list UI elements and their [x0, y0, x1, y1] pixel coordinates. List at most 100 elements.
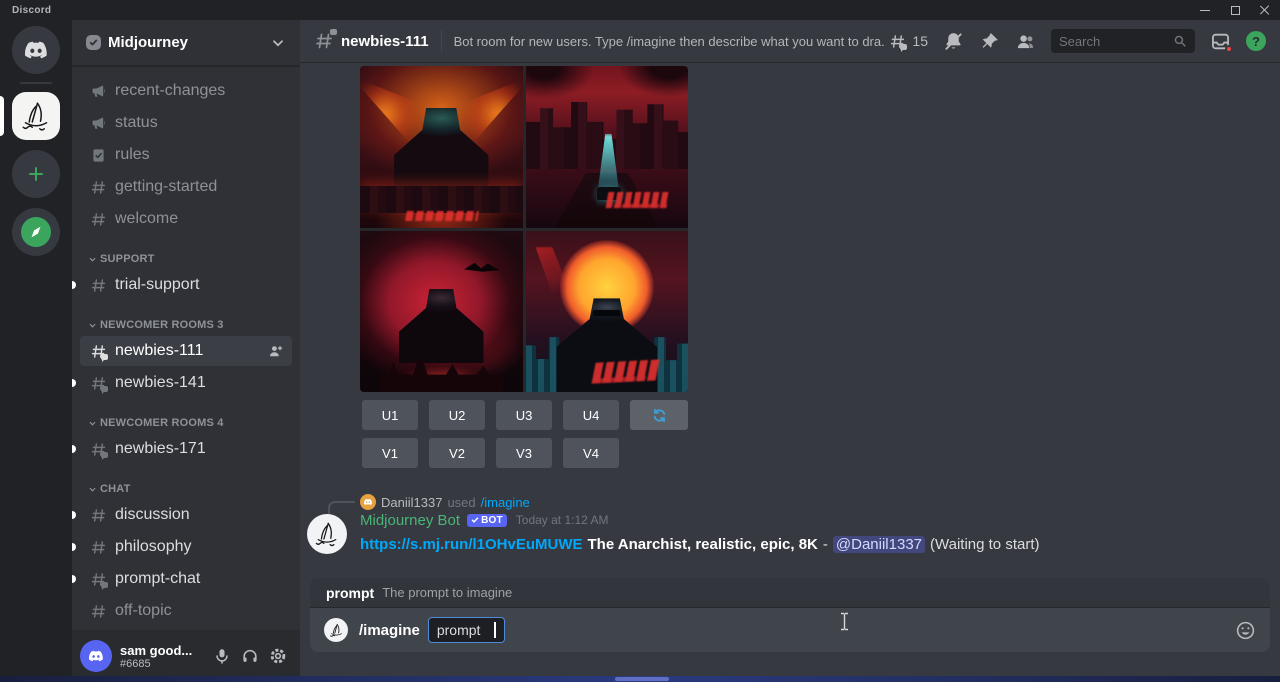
- threads-count: 15: [912, 33, 928, 49]
- channel-name: newbies-111: [341, 33, 429, 50]
- pin-icon: [979, 31, 1000, 52]
- reply-command[interactable]: /imagine: [481, 495, 530, 510]
- reroll-button[interactable]: [630, 400, 688, 430]
- sidebar-item-welcome[interactable]: welcome: [80, 204, 292, 234]
- sidebar-item-status[interactable]: status: [80, 108, 292, 138]
- channel-sidebar: Midjourney recent-changes status rules g…: [72, 20, 300, 682]
- member-list-button[interactable]: [1015, 31, 1036, 52]
- server-header[interactable]: Midjourney: [72, 20, 300, 66]
- inbox-button[interactable]: [1210, 31, 1231, 52]
- avatar[interactable]: [80, 640, 112, 672]
- maximize-button[interactable]: [1220, 0, 1250, 20]
- job-status: (Waiting to start): [930, 536, 1039, 553]
- home-button[interactable]: [12, 26, 60, 74]
- help-button[interactable]: ?: [1246, 31, 1266, 51]
- sidebar-item-discussion[interactable]: discussion: [80, 500, 292, 530]
- channel-label: recent-changes: [115, 82, 225, 100]
- channel-topic[interactable]: Bot room for new users. Type /imagine th…: [454, 34, 886, 49]
- active-command: /imagine: [359, 622, 420, 639]
- hash-icon: [88, 179, 108, 196]
- unread-indicator: [72, 511, 76, 519]
- upscale-button-u4[interactable]: U4: [563, 400, 619, 430]
- chevron-down-icon: [88, 485, 97, 494]
- add-server-button[interactable]: [12, 150, 60, 198]
- upscale-button-u2[interactable]: U2: [429, 400, 485, 430]
- minimize-button[interactable]: [1190, 0, 1220, 20]
- reply-action: used: [447, 495, 475, 510]
- notification-settings-button[interactable]: [943, 31, 964, 52]
- sidebar-item-prompt-chat[interactable]: prompt-chat: [80, 564, 292, 594]
- prompt-option-field[interactable]: prompt: [428, 617, 505, 643]
- section-support[interactable]: SUPPORT: [80, 248, 292, 270]
- command-reply-context[interactable]: Daniil1337 used /imagine: [360, 493, 530, 511]
- headphones-icon: [241, 647, 259, 665]
- upscale-button-u1[interactable]: U1: [362, 400, 418, 430]
- app-title: Discord: [12, 5, 51, 16]
- discriminator: #6685: [120, 658, 208, 670]
- sidebar-item-trial-support[interactable]: trial-support: [80, 270, 292, 300]
- channel-header: newbies-111 Bot room for new users. Type…: [300, 20, 1280, 62]
- deafen-button[interactable]: [236, 642, 264, 670]
- close-icon: [1260, 5, 1270, 15]
- user-info[interactable]: sam good... #6685: [120, 643, 208, 670]
- variation-button-v2[interactable]: V2: [429, 438, 485, 468]
- sidebar-item-recent-changes[interactable]: recent-changes: [80, 76, 292, 106]
- channel-label: philosophy: [115, 538, 192, 556]
- hash-chat-icon: [88, 375, 108, 392]
- section-label: SUPPORT: [100, 253, 155, 265]
- close-button[interactable]: [1250, 0, 1280, 20]
- generated-image-2[interactable]: [526, 66, 689, 228]
- image-grid[interactable]: [360, 66, 688, 392]
- section-newcomer-rooms-3[interactable]: NEWCOMER ROOMS 3: [80, 314, 292, 336]
- sidebar-item-newbies-111[interactable]: newbies-111: [80, 336, 292, 366]
- taskbar-edge: [0, 676, 1280, 682]
- server-icon-midjourney[interactable]: [12, 92, 60, 140]
- sidebar-item-newbies-171[interactable]: newbies-171: [80, 434, 292, 464]
- sidebar-item-newbies-141[interactable]: newbies-141: [80, 368, 292, 398]
- slash-command-option-hint: prompt The prompt to imagine: [310, 578, 1270, 608]
- generated-image-1[interactable]: [360, 66, 523, 228]
- mute-mic-button[interactable]: [208, 642, 236, 670]
- taskbar-thumb: [615, 677, 669, 681]
- generated-image-3[interactable]: [360, 231, 523, 393]
- explore-servers-button[interactable]: [12, 208, 60, 256]
- message-input-bar[interactable]: /imagine prompt: [310, 608, 1270, 652]
- search-bar: [1051, 29, 1195, 53]
- members-icon: [1015, 31, 1036, 52]
- create-invite-icon[interactable]: [268, 343, 284, 359]
- sidebar-item-off-topic[interactable]: off-topic: [80, 596, 292, 626]
- sailboat-icon: [328, 622, 345, 639]
- sidebar-item-getting-started[interactable]: getting-started: [80, 172, 292, 202]
- section-chat[interactable]: CHAT: [80, 478, 292, 500]
- message-header: Midjourney Bot BOT Today at 1:12 AM: [360, 510, 609, 530]
- user-settings-button[interactable]: [264, 642, 292, 670]
- threads-button[interactable]: 15: [887, 33, 928, 50]
- channel-list: recent-changes status rules getting-star…: [72, 66, 300, 630]
- variation-button-v4[interactable]: V4: [563, 438, 619, 468]
- unread-indicator: [72, 379, 76, 387]
- emoji-picker-button[interactable]: [1235, 620, 1256, 641]
- sidebar-item-rules[interactable]: rules: [80, 140, 292, 170]
- hash-icon: [88, 211, 108, 228]
- upscale-button-u3[interactable]: U3: [496, 400, 552, 430]
- section-label: NEWCOMER ROOMS 4: [100, 417, 224, 429]
- channel-label: welcome: [115, 210, 178, 228]
- variation-button-v1[interactable]: V1: [362, 438, 418, 468]
- unread-indicator: [72, 281, 76, 289]
- bot-avatar[interactable]: [307, 514, 347, 554]
- bot-name[interactable]: Midjourney Bot: [360, 512, 460, 529]
- search-input[interactable]: [1059, 34, 1173, 49]
- section-newcomer-rooms-4[interactable]: NEWCOMER ROOMS 4: [80, 412, 292, 434]
- server-name: Midjourney: [108, 34, 270, 51]
- sidebar-item-philosophy[interactable]: philosophy: [80, 532, 292, 562]
- user-mention[interactable]: @Daniil1337: [833, 536, 925, 553]
- reply-username[interactable]: Daniil1337: [381, 495, 442, 510]
- pinned-messages-button[interactable]: [979, 31, 1000, 52]
- window-titlebar: Discord: [0, 0, 1280, 20]
- hash-chat-icon: [88, 343, 108, 360]
- channel-label: prompt-chat: [115, 570, 200, 588]
- job-link[interactable]: https://s.mj.run/l1OHvEuMUWE: [360, 536, 583, 553]
- chevron-down-icon: [88, 419, 97, 428]
- variation-button-v3[interactable]: V3: [496, 438, 552, 468]
- generated-image-4[interactable]: [526, 231, 689, 393]
